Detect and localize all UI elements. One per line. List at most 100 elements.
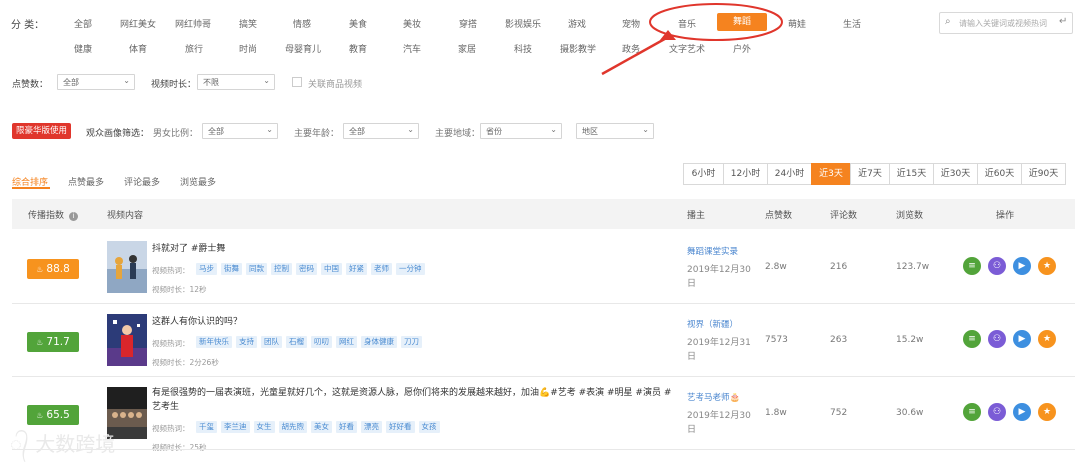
video-thumbnail[interactable]: [107, 241, 147, 296]
author-name[interactable]: 舞蹈课堂实录: [687, 245, 738, 257]
hot-word-tag[interactable]: 街舞: [221, 263, 242, 275]
category-item[interactable]: 教育: [349, 42, 367, 55]
category-item[interactable]: 美妆: [403, 17, 421, 30]
hot-word-tag[interactable]: 漂亮: [361, 421, 382, 433]
category-item[interactable]: 情感: [293, 17, 311, 30]
hot-word-tag[interactable]: 千玺: [196, 421, 217, 433]
users-icon[interactable]: ⚇: [988, 330, 1006, 348]
author-name[interactable]: 艺考马老师🎂: [687, 391, 740, 403]
gender-filter-value: 全部: [208, 127, 224, 136]
hot-word-tag[interactable]: 控制: [271, 263, 292, 275]
video-title[interactable]: 抖就对了 #爵士舞: [152, 242, 672, 256]
category-item[interactable]: 网红帅哥: [175, 17, 211, 30]
star-icon[interactable]: ★: [1038, 403, 1056, 421]
post-date: 2019年12月31日: [687, 338, 751, 362]
likes-filter-value: 全部: [63, 78, 79, 87]
comments-count: 216: [830, 262, 848, 272]
hot-word-tag[interactable]: 女孩: [418, 421, 440, 433]
users-icon[interactable]: ⚇: [988, 403, 1006, 421]
video-title[interactable]: 这群人有你认识的吗？: [152, 315, 672, 329]
time-tab[interactable]: 12小时: [723, 163, 768, 185]
category-item[interactable]: 科技: [514, 42, 532, 55]
category-item[interactable]: 体育: [129, 42, 147, 55]
province-select[interactable]: 省份 ⌄: [480, 123, 562, 139]
hot-words-tags: 新年快乐 支持 团队 石榴 叨叨 网红 身体健康 刀刀: [196, 336, 422, 348]
likes-filter-select[interactable]: 全部 ⌄: [57, 74, 135, 90]
hot-word-tag[interactable]: 密码: [296, 263, 317, 275]
star-icon[interactable]: ★: [1038, 257, 1056, 275]
chevron-down-icon: ⌄: [642, 125, 649, 134]
category-item[interactable]: 影视娱乐: [505, 17, 541, 30]
sort-tab[interactable]: 浏览最多: [180, 175, 216, 188]
category-item[interactable]: 健康: [74, 42, 92, 55]
category-item[interactable]: 家居: [458, 42, 476, 55]
author-name[interactable]: 视界（新疆）: [687, 318, 738, 330]
category-item[interactable]: 游戏: [568, 17, 586, 30]
hot-word-tag[interactable]: 一分钟: [396, 263, 425, 275]
hot-word-tag[interactable]: 中国: [321, 263, 342, 275]
time-tab[interactable]: 近90天: [1021, 163, 1066, 185]
time-tab[interactable]: 近15天: [889, 163, 934, 185]
category-item[interactable]: 汽车: [403, 42, 421, 55]
hot-word-tag[interactable]: 好好看: [386, 421, 415, 433]
sort-tab[interactable]: 点赞最多: [68, 175, 104, 188]
play-icon[interactable]: ▶: [1013, 330, 1031, 348]
category-item[interactable]: 搞笑: [239, 17, 257, 30]
time-tab[interactable]: 近60天: [977, 163, 1022, 185]
gender-filter-select[interactable]: 全部 ⌄: [202, 123, 278, 139]
category-item[interactable]: 母婴育儿: [285, 42, 321, 55]
hot-word-tag[interactable]: 美女: [311, 421, 332, 433]
premium-only-badge: 限豪华版使用: [12, 123, 72, 139]
play-icon[interactable]: ▶: [1013, 403, 1031, 421]
category-item[interactable]: 时尚: [239, 42, 257, 55]
list-icon[interactable]: ≡: [963, 403, 981, 421]
hot-word-tag[interactable]: 叨叨: [311, 336, 332, 348]
time-tab[interactable]: 近3天: [811, 163, 851, 185]
hot-word-tag[interactable]: 新年快乐: [196, 336, 232, 348]
age-filter-select[interactable]: 全部 ⌄: [343, 123, 419, 139]
hot-word-tag[interactable]: 同款: [246, 263, 267, 275]
hot-word-tag[interactable]: 女生: [253, 421, 275, 433]
hot-word-tag[interactable]: 刀刀: [401, 336, 422, 348]
category-item[interactable]: 美食: [349, 17, 367, 30]
hot-word-tag[interactable]: 好看: [336, 421, 357, 433]
category-item[interactable]: 旅行: [185, 42, 203, 55]
hot-word-tag[interactable]: 李兰迪: [221, 421, 250, 433]
hot-word-tag[interactable]: 支持: [236, 336, 257, 348]
list-icon[interactable]: ≡: [963, 330, 981, 348]
hot-word-tag[interactable]: 身体健康: [361, 336, 397, 348]
list-icon[interactable]: ≡: [963, 257, 981, 275]
hot-word-tag[interactable]: 团队: [261, 336, 282, 348]
hot-word-tag[interactable]: 老师: [371, 263, 392, 275]
hot-word-tag[interactable]: 胡先煦: [278, 421, 307, 433]
category-item[interactable]: 穿搭: [459, 17, 477, 30]
star-icon[interactable]: ★: [1038, 330, 1056, 348]
time-tab[interactable]: 6小时: [683, 163, 724, 185]
duration-filter-select[interactable]: 不限 ⌄: [197, 74, 275, 90]
header-index: 传播指数 i: [28, 208, 78, 221]
hot-word-tag[interactable]: 网红: [336, 336, 357, 348]
info-icon[interactable]: i: [68, 212, 78, 221]
hot-words-tags: 马步 街舞 同款 控制 密码 中国 好紧 老师 一分钟: [196, 263, 425, 275]
hot-word-tag[interactable]: 马步: [196, 263, 217, 275]
search-input[interactable]: ⌕ 请输入关键词或视频热词 ↵: [939, 12, 1073, 34]
sort-tab[interactable]: 评论最多: [124, 175, 160, 188]
flame-icon: ♨: [36, 338, 44, 347]
video-thumbnail[interactable]: [107, 314, 147, 369]
category-item[interactable]: 全部: [74, 17, 92, 30]
time-tab[interactable]: 近30天: [933, 163, 978, 185]
time-tab[interactable]: 近7天: [850, 163, 890, 185]
hot-word-tag[interactable]: 石榴: [286, 336, 307, 348]
video-title[interactable]: 有是很强势的一届表演班，光童星就好几个，这就是资源人脉，愿你们将来的发展越来越好…: [152, 386, 672, 414]
play-icon[interactable]: ▶: [1013, 257, 1031, 275]
hot-word-tag[interactable]: 好紧: [346, 263, 367, 275]
time-tab[interactable]: 24小时: [767, 163, 812, 185]
category-item[interactable]: 生活: [843, 17, 861, 30]
search-icon: ⌕: [945, 16, 951, 27]
duration-value: 2分26秒: [189, 358, 219, 367]
users-icon[interactable]: ⚇: [988, 257, 1006, 275]
category-item[interactable]: 网红美女: [120, 17, 156, 30]
enter-icon[interactable]: ↵: [1059, 16, 1067, 27]
related-products-checkbox[interactable]: [292, 77, 302, 87]
district-select[interactable]: 地区 ⌄: [576, 123, 654, 139]
